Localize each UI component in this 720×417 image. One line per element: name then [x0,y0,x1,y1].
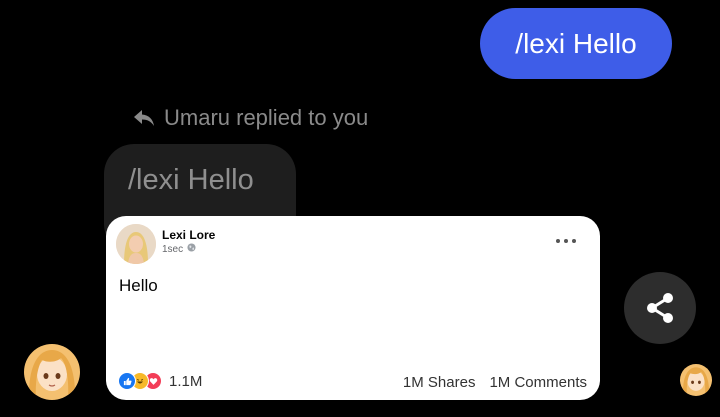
globe-icon [187,243,196,255]
comments-count[interactable]: 1M Comments [489,374,587,391]
post-card[interactable]: Lexi Lore 1sec Hello 1.1M 1M Shares 1M C… [106,216,600,400]
reactions-summary[interactable]: 1.1M [118,372,202,390]
post-meta: 1sec [162,243,196,255]
like-icon [118,372,136,390]
post-stats: 1M Shares 1M Comments [403,374,587,391]
read-receipt-avatar [680,364,712,396]
post-time: 1sec [162,243,184,255]
reaction-count: 1.1M [169,372,203,390]
post-body-text: Hello [119,276,158,295]
shares-count[interactable]: 1M Shares [403,374,476,391]
post-author-name[interactable]: Lexi Lore [162,228,215,242]
sent-message-text: /lexi Hello [515,27,637,59]
sender-avatar[interactable] [24,344,80,400]
more-options-icon[interactable] [556,234,576,248]
reply-arrow-icon [134,110,154,126]
quoted-message-text: /lexi Hello [128,164,254,196]
share-icon [647,293,673,323]
share-button[interactable] [624,272,696,344]
reply-indicator: Umaru replied to you [132,104,368,132]
reply-indicator-text: Umaru replied to you [164,105,369,130]
post-author-avatar[interactable] [116,224,156,264]
sent-message-bubble[interactable]: /lexi Hello [480,8,672,79]
